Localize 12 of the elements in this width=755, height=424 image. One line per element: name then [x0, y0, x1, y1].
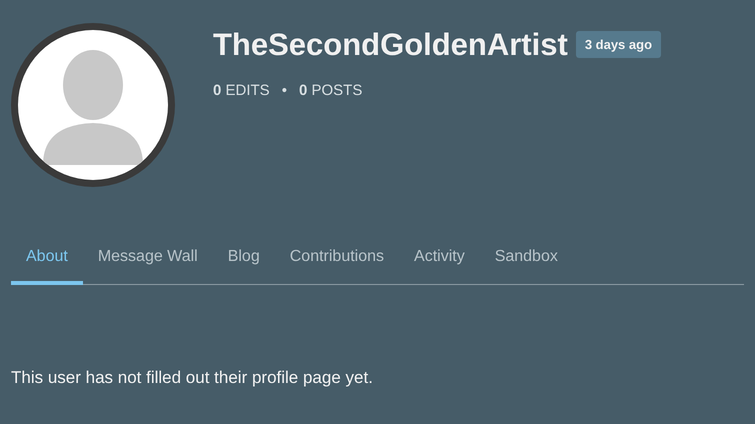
profile-tab[interactable]: Activity [399, 239, 480, 285]
profile-tab[interactable]: Sandbox [480, 239, 573, 285]
stat-count: 0 POSTS [298, 81, 362, 101]
profile-tab[interactable]: Blog [212, 239, 275, 285]
profile-empty-message: This user has not filled out their profile page yet. [11, 367, 374, 389]
joined-badge: 3 days ago [576, 30, 662, 58]
username: TheSecondGoldenArtist [213, 29, 568, 60]
profile-tab[interactable]: Contributions [274, 239, 400, 285]
stat-separator: • [282, 81, 287, 101]
profile-tab[interactable]: About [11, 239, 83, 285]
stat-count: 0 EDITS [213, 81, 270, 101]
profile-tab[interactable]: Message Wall [82, 239, 213, 285]
